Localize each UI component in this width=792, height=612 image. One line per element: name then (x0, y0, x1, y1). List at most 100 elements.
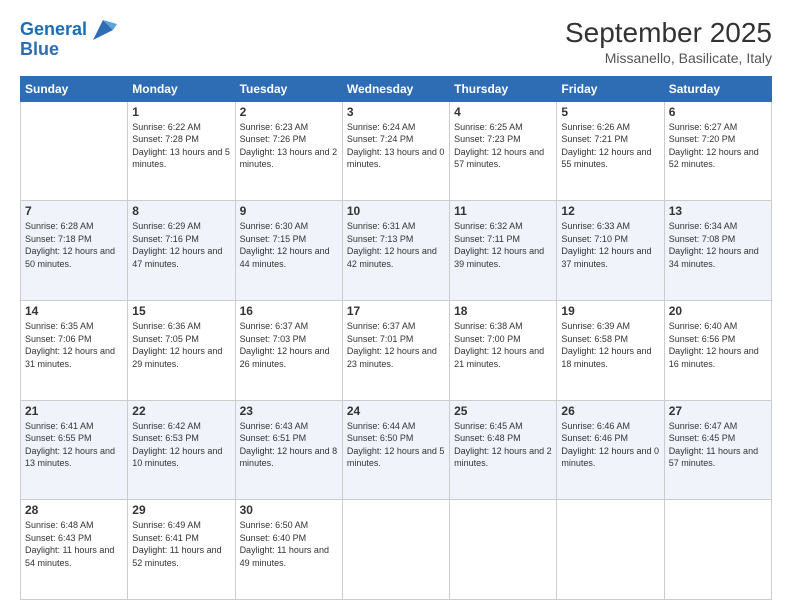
header: General Blue September 2025 Missanello, … (20, 16, 772, 66)
header-row: Sunday Monday Tuesday Wednesday Thursday… (21, 76, 772, 101)
title-block: September 2025 Missanello, Basilicate, I… (565, 16, 772, 66)
day-number: 20 (669, 304, 767, 318)
day-info: Sunrise: 6:37 AMSunset: 7:01 PMDaylight:… (347, 320, 445, 370)
day-number: 21 (25, 404, 123, 418)
day-info: Sunrise: 6:43 AMSunset: 6:51 PMDaylight:… (240, 420, 338, 470)
day-info: Sunrise: 6:26 AMSunset: 7:21 PMDaylight:… (561, 121, 659, 171)
day-info: Sunrise: 6:25 AMSunset: 7:23 PMDaylight:… (454, 121, 552, 171)
calendar-cell: 9 Sunrise: 6:30 AMSunset: 7:15 PMDayligh… (235, 201, 342, 301)
day-number: 26 (561, 404, 659, 418)
day-info: Sunrise: 6:31 AMSunset: 7:13 PMDaylight:… (347, 220, 445, 270)
calendar-cell: 28 Sunrise: 6:48 AMSunset: 6:43 PMDaylig… (21, 500, 128, 600)
header-thursday: Thursday (450, 76, 557, 101)
day-info: Sunrise: 6:32 AMSunset: 7:11 PMDaylight:… (454, 220, 552, 270)
day-info: Sunrise: 6:45 AMSunset: 6:48 PMDaylight:… (454, 420, 552, 470)
day-number: 11 (454, 204, 552, 218)
calendar-cell: 29 Sunrise: 6:49 AMSunset: 6:41 PMDaylig… (128, 500, 235, 600)
day-info: Sunrise: 6:41 AMSunset: 6:55 PMDaylight:… (25, 420, 123, 470)
calendar-cell: 10 Sunrise: 6:31 AMSunset: 7:13 PMDaylig… (342, 201, 449, 301)
day-info: Sunrise: 6:29 AMSunset: 7:16 PMDaylight:… (132, 220, 230, 270)
calendar-cell (450, 500, 557, 600)
calendar-cell: 2 Sunrise: 6:23 AMSunset: 7:26 PMDayligh… (235, 101, 342, 201)
day-info: Sunrise: 6:38 AMSunset: 7:00 PMDaylight:… (454, 320, 552, 370)
calendar-cell: 21 Sunrise: 6:41 AMSunset: 6:55 PMDaylig… (21, 400, 128, 500)
day-info: Sunrise: 6:35 AMSunset: 7:06 PMDaylight:… (25, 320, 123, 370)
day-info: Sunrise: 6:50 AMSunset: 6:40 PMDaylight:… (240, 519, 338, 569)
day-info: Sunrise: 6:33 AMSunset: 7:10 PMDaylight:… (561, 220, 659, 270)
day-number: 19 (561, 304, 659, 318)
logo: General Blue (20, 16, 117, 60)
day-number: 27 (669, 404, 767, 418)
calendar-cell: 6 Sunrise: 6:27 AMSunset: 7:20 PMDayligh… (664, 101, 771, 201)
calendar-cell: 1 Sunrise: 6:22 AMSunset: 7:28 PMDayligh… (128, 101, 235, 201)
day-info: Sunrise: 6:42 AMSunset: 6:53 PMDaylight:… (132, 420, 230, 470)
calendar-cell: 17 Sunrise: 6:37 AMSunset: 7:01 PMDaylig… (342, 300, 449, 400)
calendar-cell: 27 Sunrise: 6:47 AMSunset: 6:45 PMDaylig… (664, 400, 771, 500)
day-info: Sunrise: 6:22 AMSunset: 7:28 PMDaylight:… (132, 121, 230, 171)
day-info: Sunrise: 6:34 AMSunset: 7:08 PMDaylight:… (669, 220, 767, 270)
day-info: Sunrise: 6:37 AMSunset: 7:03 PMDaylight:… (240, 320, 338, 370)
calendar-cell: 14 Sunrise: 6:35 AMSunset: 7:06 PMDaylig… (21, 300, 128, 400)
day-number: 12 (561, 204, 659, 218)
day-number: 17 (347, 304, 445, 318)
calendar-cell: 7 Sunrise: 6:28 AMSunset: 7:18 PMDayligh… (21, 201, 128, 301)
header-tuesday: Tuesday (235, 76, 342, 101)
day-number: 4 (454, 105, 552, 119)
day-info: Sunrise: 6:49 AMSunset: 6:41 PMDaylight:… (132, 519, 230, 569)
day-info: Sunrise: 6:23 AMSunset: 7:26 PMDaylight:… (240, 121, 338, 171)
day-number: 3 (347, 105, 445, 119)
calendar-cell: 15 Sunrise: 6:36 AMSunset: 7:05 PMDaylig… (128, 300, 235, 400)
calendar-cell (664, 500, 771, 600)
calendar-week-2: 7 Sunrise: 6:28 AMSunset: 7:18 PMDayligh… (21, 201, 772, 301)
calendar-cell: 25 Sunrise: 6:45 AMSunset: 6:48 PMDaylig… (450, 400, 557, 500)
calendar-cell: 5 Sunrise: 6:26 AMSunset: 7:21 PMDayligh… (557, 101, 664, 201)
day-number: 25 (454, 404, 552, 418)
calendar-cell: 11 Sunrise: 6:32 AMSunset: 7:11 PMDaylig… (450, 201, 557, 301)
day-info: Sunrise: 6:46 AMSunset: 6:46 PMDaylight:… (561, 420, 659, 470)
calendar-cell: 8 Sunrise: 6:29 AMSunset: 7:16 PMDayligh… (128, 201, 235, 301)
day-number: 24 (347, 404, 445, 418)
page: General Blue September 2025 Missanello, … (0, 0, 792, 612)
day-number: 1 (132, 105, 230, 119)
day-number: 23 (240, 404, 338, 418)
calendar-title: September 2025 (565, 16, 772, 50)
calendar-cell: 22 Sunrise: 6:42 AMSunset: 6:53 PMDaylig… (128, 400, 235, 500)
day-number: 15 (132, 304, 230, 318)
day-info: Sunrise: 6:39 AMSunset: 6:58 PMDaylight:… (561, 320, 659, 370)
day-number: 8 (132, 204, 230, 218)
calendar-cell: 18 Sunrise: 6:38 AMSunset: 7:00 PMDaylig… (450, 300, 557, 400)
header-wednesday: Wednesday (342, 76, 449, 101)
calendar-cell: 13 Sunrise: 6:34 AMSunset: 7:08 PMDaylig… (664, 201, 771, 301)
calendar-cell: 20 Sunrise: 6:40 AMSunset: 6:56 PMDaylig… (664, 300, 771, 400)
day-info: Sunrise: 6:28 AMSunset: 7:18 PMDaylight:… (25, 220, 123, 270)
day-info: Sunrise: 6:27 AMSunset: 7:20 PMDaylight:… (669, 121, 767, 171)
calendar-cell: 19 Sunrise: 6:39 AMSunset: 6:58 PMDaylig… (557, 300, 664, 400)
calendar-week-3: 14 Sunrise: 6:35 AMSunset: 7:06 PMDaylig… (21, 300, 772, 400)
calendar-week-4: 21 Sunrise: 6:41 AMSunset: 6:55 PMDaylig… (21, 400, 772, 500)
logo-icon (89, 16, 117, 44)
calendar-subtitle: Missanello, Basilicate, Italy (565, 50, 772, 66)
calendar-cell: 23 Sunrise: 6:43 AMSunset: 6:51 PMDaylig… (235, 400, 342, 500)
header-friday: Friday (557, 76, 664, 101)
calendar-cell: 16 Sunrise: 6:37 AMSunset: 7:03 PMDaylig… (235, 300, 342, 400)
logo-text-blue: Blue (20, 40, 59, 60)
day-info: Sunrise: 6:48 AMSunset: 6:43 PMDaylight:… (25, 519, 123, 569)
calendar-cell: 3 Sunrise: 6:24 AMSunset: 7:24 PMDayligh… (342, 101, 449, 201)
day-number: 10 (347, 204, 445, 218)
calendar-week-1: 1 Sunrise: 6:22 AMSunset: 7:28 PMDayligh… (21, 101, 772, 201)
day-number: 28 (25, 503, 123, 517)
calendar-cell (557, 500, 664, 600)
day-info: Sunrise: 6:47 AMSunset: 6:45 PMDaylight:… (669, 420, 767, 470)
header-saturday: Saturday (664, 76, 771, 101)
day-number: 16 (240, 304, 338, 318)
calendar-week-5: 28 Sunrise: 6:48 AMSunset: 6:43 PMDaylig… (21, 500, 772, 600)
day-number: 14 (25, 304, 123, 318)
day-number: 29 (132, 503, 230, 517)
calendar-cell (21, 101, 128, 201)
day-info: Sunrise: 6:44 AMSunset: 6:50 PMDaylight:… (347, 420, 445, 470)
calendar-cell: 30 Sunrise: 6:50 AMSunset: 6:40 PMDaylig… (235, 500, 342, 600)
day-info: Sunrise: 6:24 AMSunset: 7:24 PMDaylight:… (347, 121, 445, 171)
day-info: Sunrise: 6:30 AMSunset: 7:15 PMDaylight:… (240, 220, 338, 270)
day-number: 9 (240, 204, 338, 218)
calendar-cell: 26 Sunrise: 6:46 AMSunset: 6:46 PMDaylig… (557, 400, 664, 500)
